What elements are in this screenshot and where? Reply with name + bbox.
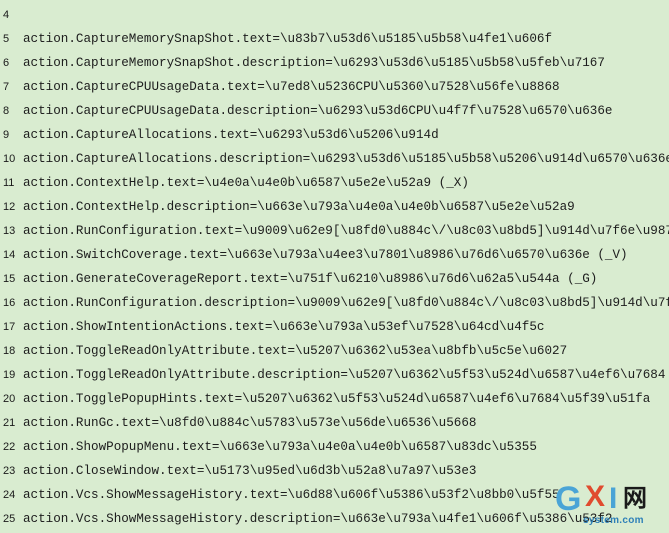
code-line[interactable]: 17 action.ShowIntentionActions.text=\u663… <box>0 315 669 339</box>
code-line[interactable]: 19 action.ToggleReadOnlyAttribute.descrip… <box>0 363 669 387</box>
line-number: 11 <box>3 177 15 189</box>
line-text: action.ShowPopupMenu.text=\u663e\u793a\u… <box>23 440 537 454</box>
line-text: action.ContextHelp.text=\u4e0a\u4e0b\u65… <box>23 176 469 190</box>
code-line[interactable]: 6 action.CaptureMemorySnapShot.descriptio… <box>0 51 669 75</box>
line-text: action.SwitchCoverage.text=\u663e\u793a\… <box>23 248 628 262</box>
code-line[interactable]: 22 action.ShowPopupMenu.text=\u663e\u793a… <box>0 435 669 459</box>
line-text: action.ShowIntentionActions.text=\u663e\… <box>23 320 545 334</box>
line-number: 9 <box>3 129 10 141</box>
code-line[interactable]: 10 action.CaptureAllocations.description=… <box>0 147 669 171</box>
watermark-letter-g: G <box>555 480 583 518</box>
line-text: action.GenerateCoverageReport.text=\u751… <box>23 272 598 286</box>
line-text: action.RunConfiguration.description=\u90… <box>23 296 669 310</box>
line-text: action.Vcs.ShowMessageHistory.descriptio… <box>23 512 613 526</box>
line-text: action.TogglePopupHints.text=\u5207\u636… <box>23 392 651 406</box>
line-number: 13 <box>3 225 16 237</box>
code-line[interactable]: 11 action.ContextHelp.text=\u4e0a\u4e0b\u… <box>0 171 669 195</box>
code-line[interactable]: 13 action.RunConfiguration.text=\u9009\u6… <box>0 219 669 243</box>
line-text: action.Vcs.ShowMessageHistory.text=\u6d8… <box>23 488 560 502</box>
line-text: action.CaptureAllocations.description=\u… <box>23 152 669 166</box>
code-line[interactable]: 7 action.CaptureCPUUsageData.text=\u7ed8\… <box>0 75 669 99</box>
code-line[interactable]: 12 action.ContextHelp.description=\u663e\… <box>0 195 669 219</box>
watermark-letter-i: I <box>609 482 618 515</box>
line-text: action.ToggleReadOnlyAttribute.text=\u52… <box>23 344 568 358</box>
line-number: 7 <box>3 81 10 93</box>
line-number: 5 <box>3 33 10 45</box>
line-number: 19 <box>3 369 16 381</box>
line-number: 14 <box>3 249 16 261</box>
line-number: 18 <box>3 345 16 357</box>
code-line[interactable]: 15 action.GenerateCoverageReport.text=\u7… <box>0 267 669 291</box>
watermark-net-char: 网 <box>623 484 647 512</box>
code-editor[interactable]: 4 5 action.CaptureMemorySnapShot.text=\u83… <box>0 0 669 533</box>
line-text: action.RunConfiguration.text=\u9009\u62e… <box>23 224 669 238</box>
line-number: 10 <box>3 153 16 165</box>
watermark-site-text: system.com <box>583 515 644 526</box>
line-text: action.CloseWindow.text=\u5173\u95ed\u6d… <box>23 464 477 478</box>
code-line[interactable]: 16 action.RunConfiguration.description=\u… <box>0 291 669 315</box>
code-line[interactable]: 21 action.RunGc.text=\u8fd0\u884c\u5783\u… <box>0 411 669 435</box>
code-line[interactable]: 18 action.ToggleReadOnlyAttribute.text=\u… <box>0 339 669 363</box>
line-text: action.CaptureAllocations.text=\u6293\u5… <box>23 128 439 142</box>
code-line[interactable]: 8 action.CaptureCPUUsageData.description=… <box>0 99 669 123</box>
line-number: 24 <box>3 489 16 501</box>
line-number: 22 <box>3 441 16 453</box>
line-text: action.CaptureMemorySnapShot.description… <box>23 56 605 70</box>
line-number: 8 <box>3 105 10 117</box>
line-number: 17 <box>3 321 16 333</box>
site-watermark-logo: G X I 网 system.com <box>555 479 663 527</box>
line-number: 15 <box>3 273 16 285</box>
line-number: 4 <box>3 9 10 21</box>
line-text: action.ToggleReadOnlyAttribute.descripti… <box>23 368 666 382</box>
line-number: 21 <box>3 417 16 429</box>
line-text: action.CaptureCPUUsageData.text=\u7ed8\u… <box>23 80 560 94</box>
line-number: 23 <box>3 465 16 477</box>
code-line[interactable]: 5 action.CaptureMemorySnapShot.text=\u83b… <box>0 27 669 51</box>
line-text: action.CaptureCPUUsageData.description=\… <box>23 104 613 118</box>
line-text: action.RunGc.text=\u8fd0\u884c\u5783\u57… <box>23 416 477 430</box>
line-number: 25 <box>3 513 16 525</box>
code-line[interactable]: 9 action.CaptureAllocations.text=\u6293\u… <box>0 123 669 147</box>
line-number: 12 <box>3 201 16 213</box>
line-number: 6 <box>3 57 10 69</box>
code-line[interactable]: 20 action.TogglePopupHints.text=\u5207\u6… <box>0 387 669 411</box>
watermark-letter-x: X <box>585 480 606 513</box>
line-text: action.ContextHelp.description=\u663e\u7… <box>23 200 575 214</box>
line-number: 20 <box>3 393 16 405</box>
code-line[interactable]: 14 action.SwitchCoverage.text=\u663e\u793… <box>0 243 669 267</box>
line-number: 16 <box>3 297 16 309</box>
code-line[interactable]: 4 <box>0 3 669 27</box>
line-text: action.CaptureMemorySnapShot.text=\u83b7… <box>23 32 553 46</box>
